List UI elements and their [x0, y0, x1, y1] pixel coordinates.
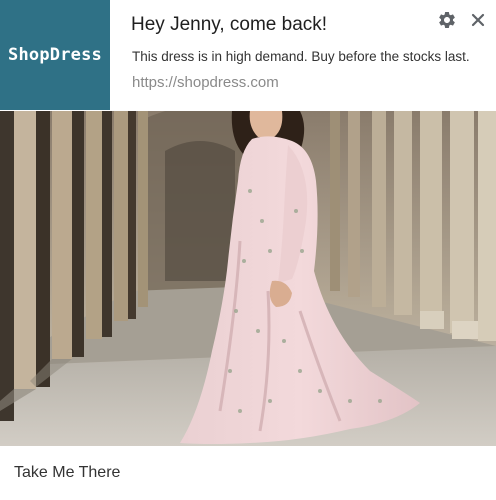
gear-icon[interactable]: [437, 10, 457, 30]
notification-card[interactable]: ShopDress Hey Jenny, come back! This dre…: [0, 0, 496, 500]
brand-logo-text: ShopDress: [8, 45, 102, 65]
notification-title: Hey Jenny, come back!: [131, 14, 328, 35]
brand-logo: ShopDress: [0, 0, 110, 110]
notification-message: This dress is in high demand. Buy before…: [132, 49, 470, 64]
hero-image: [0, 111, 496, 446]
notification-url[interactable]: https://shopdress.com: [132, 74, 279, 91]
take-me-there-button[interactable]: Take Me There: [0, 446, 496, 500]
close-icon[interactable]: [468, 10, 488, 30]
notification-header: ShopDress Hey Jenny, come back! This dre…: [0, 0, 496, 110]
take-me-there-label: Take Me There: [14, 464, 121, 481]
